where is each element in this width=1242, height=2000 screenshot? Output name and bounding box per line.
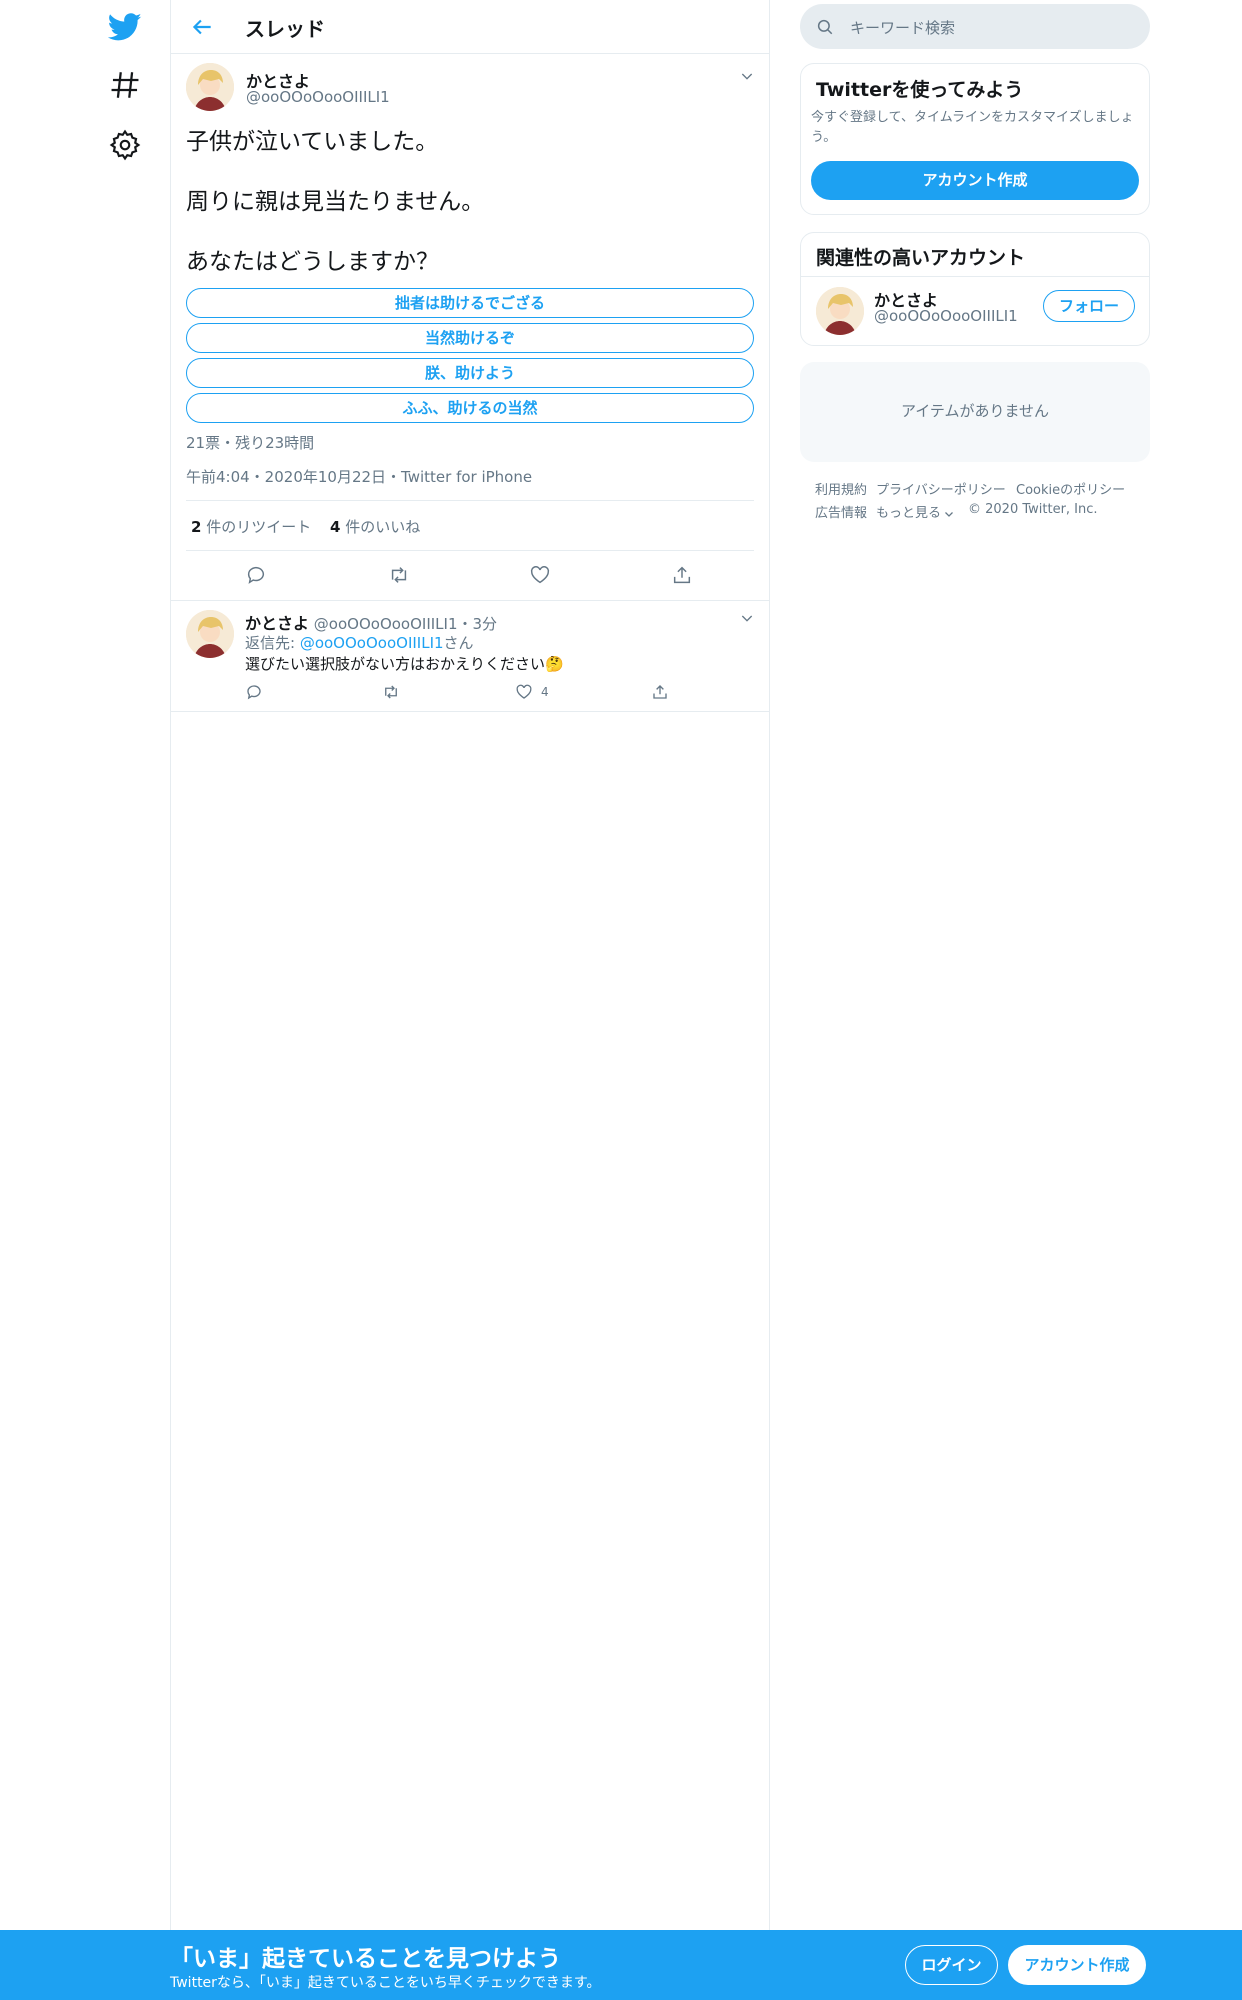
hashtag-icon[interactable]	[108, 68, 142, 102]
footer-cookie[interactable]: Cookieのポリシー	[1016, 479, 1125, 498]
tweet-timestamp[interactable]: 午前4:04・2020年10月22日・Twitter for iPhone	[186, 466, 532, 487]
avatar[interactable]	[186, 610, 234, 658]
reply-author-handle[interactable]: @ooOOoOooOIIILI1	[314, 615, 458, 633]
thread-header: スレッド	[171, 0, 769, 54]
thinking-emoji: 🤔	[545, 655, 564, 673]
like-count: 4	[541, 685, 549, 699]
banner-title: 「いま」起きていることを見つけよう	[170, 1946, 561, 1972]
signup-card-description: 今すぐ登録して、タイムラインをカスタマイズしましょう。	[811, 110, 1134, 145]
search-bar[interactable]: キーワード検索	[800, 4, 1150, 49]
reply-author-name[interactable]: かとさよ	[245, 614, 309, 633]
reply-text: 選びたい選択肢がない方はおかえりください🤔	[245, 655, 564, 673]
back-arrow-icon[interactable]	[189, 14, 215, 40]
signup-banner: 「いま」起きていることを見つけよう Twitterなら、「いま」起きていることを…	[0, 1930, 1242, 2000]
retweet-icon[interactable]	[381, 683, 401, 701]
avatar[interactable]	[186, 63, 234, 111]
share-icon[interactable]	[651, 683, 669, 701]
tweet-line: 周りに親は見当たりません。	[186, 189, 485, 215]
footer-ads[interactable]: 広告情報	[815, 502, 867, 521]
search-icon	[816, 18, 834, 36]
like-icon	[515, 683, 533, 701]
chevron-down-icon[interactable]	[739, 68, 755, 84]
empty-panel: アイテムがありません	[800, 362, 1150, 462]
reply-to-link[interactable]: @ooOOoOooOIIILI1	[300, 634, 444, 652]
footer-terms[interactable]: 利用規約	[815, 479, 867, 498]
reply-header: かとさよ @ooOOoOooOIIILI1・3分	[245, 610, 497, 634]
login-button[interactable]: ログイン	[905, 1945, 998, 1985]
reply-icon[interactable]	[245, 683, 263, 701]
retweet-icon[interactable]	[387, 564, 411, 586]
poll-summary: 21票・残り23時間	[186, 434, 315, 452]
avatar[interactable]	[816, 287, 864, 335]
related-account-handle[interactable]: @ooOOoOooOIIILI1	[874, 307, 1018, 325]
twitter-logo-icon[interactable]	[108, 10, 142, 44]
page-title: スレッド	[245, 17, 325, 41]
search-input[interactable]: キーワード検索	[850, 17, 955, 38]
poll-option[interactable]: ふふ、助けるの当然	[186, 393, 754, 423]
footer-privacy[interactable]: プライバシーポリシー	[876, 479, 1006, 498]
divider	[801, 276, 1149, 277]
related-accounts-title: 関連性の高いアカウント	[816, 247, 1026, 269]
tweet-stats: 2 件のリツイート 4 件のいいね	[191, 516, 420, 537]
share-icon[interactable]	[671, 564, 693, 586]
banner-subtitle: Twitterなら、「いま」起きていることをいち早くチェックできます。	[170, 1975, 601, 1991]
signup-card: Twitterを使ってみよう 今すぐ登録して、タイムラインをカスタマイズしましょ…	[800, 63, 1150, 215]
footer-copyright: © 2020 Twitter, Inc.	[968, 502, 1098, 517]
chevron-down-icon[interactable]	[739, 610, 755, 626]
reply-tweet[interactable]: かとさよ @ooOOoOooOIIILI1・3分 返信先: @ooOOoOooO…	[171, 600, 769, 712]
reply-to-line: 返信先: @ooOOoOooOIIILI1さん	[245, 634, 474, 652]
poll-option[interactable]: 朕、助けよう	[186, 358, 754, 388]
signup-card-title: Twitterを使ってみよう	[816, 79, 1024, 101]
banner-signup-button[interactable]: アカウント作成	[1008, 1945, 1146, 1985]
reply-time[interactable]: ・3分	[458, 615, 498, 633]
tweet-line: あなたはどうしますか？	[186, 249, 439, 275]
divider	[186, 550, 754, 551]
main-column: スレッド かとさよ @ooOOoOooOIIILI1 子供が泣いていました。 周…	[170, 0, 770, 1930]
follow-button[interactable]: フォロー	[1043, 290, 1135, 322]
related-accounts-card: 関連性の高いアカウント かとさよ @ooOOoOooOIIILI1 フォロー	[800, 232, 1150, 346]
signup-card-button[interactable]: アカウント作成	[811, 161, 1139, 200]
author-handle[interactable]: @ooOOoOooOIIILI1	[246, 88, 390, 106]
footer-more[interactable]: もっと見る	[876, 502, 955, 521]
divider	[186, 500, 754, 501]
retweet-stat[interactable]: 2 件のリツイート	[191, 518, 311, 536]
reply-icon[interactable]	[245, 564, 267, 586]
like-stat[interactable]: 4 件のいいね	[330, 518, 420, 536]
like-button[interactable]: 4	[515, 683, 549, 701]
empty-message: アイテムがありません	[900, 402, 1050, 420]
like-icon[interactable]	[529, 564, 551, 586]
chevron-down-icon	[943, 508, 955, 520]
poll-option[interactable]: 当然助けるぞ	[186, 323, 754, 353]
gear-icon[interactable]	[108, 128, 142, 162]
tweet-line: 子供が泣いていました。	[186, 129, 439, 155]
poll-option[interactable]: 拙者は助けるでござる	[186, 288, 754, 318]
